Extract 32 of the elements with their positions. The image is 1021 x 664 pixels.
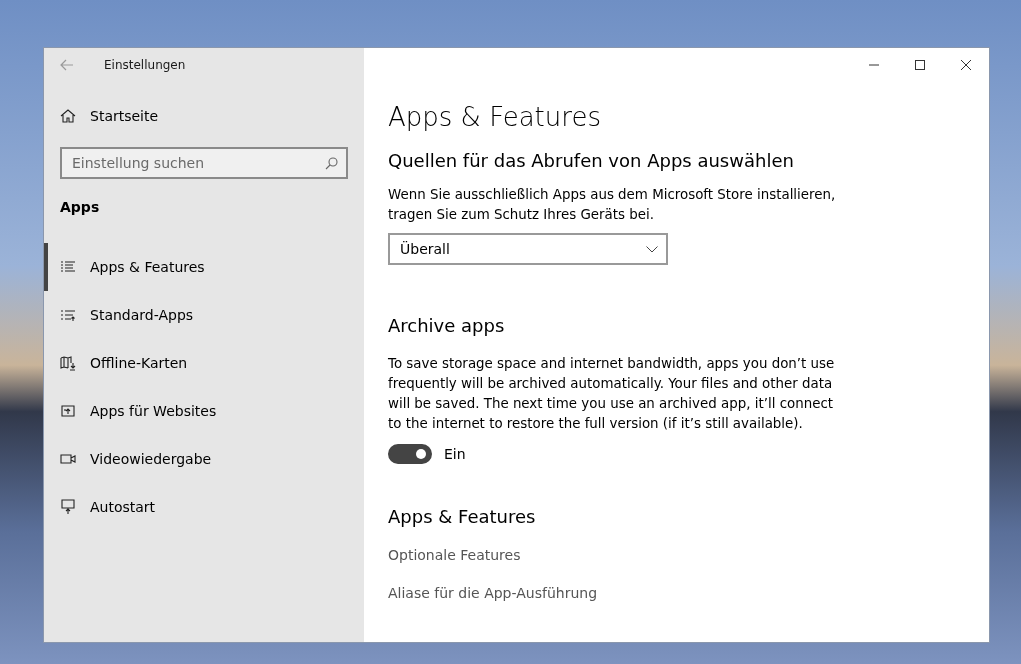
close-icon bbox=[961, 60, 971, 70]
home-link[interactable]: Startseite bbox=[60, 104, 364, 128]
map-download-icon bbox=[60, 355, 76, 371]
search-field[interactable]: Einstellung suchen bbox=[60, 147, 348, 179]
link[interactable]: Optionale Features bbox=[388, 547, 521, 563]
section-heading: Quellen für das Abrufen von Apps auswählen bbox=[388, 150, 795, 171]
search-icon bbox=[325, 157, 338, 170]
sidebar-item[interactable]: Autostart bbox=[44, 483, 364, 531]
section-heading: Archive apps bbox=[388, 315, 506, 336]
section-heading: Apps & Features bbox=[388, 506, 537, 527]
window-title: Einstellungen bbox=[104, 58, 186, 72]
list-arrow-icon bbox=[60, 307, 76, 323]
page-title: Apps & Features bbox=[388, 102, 602, 132]
sidebar-item[interactable]: Offline-Karten bbox=[44, 339, 364, 387]
section-heading: Apps bbox=[60, 199, 101, 215]
sidebar-item[interactable]: Apps für Websites bbox=[44, 387, 364, 435]
monitor-arrow-icon bbox=[60, 499, 76, 515]
window-arrow-icon bbox=[60, 403, 76, 419]
description-text: Wenn Sie ausschließlich Apps aus dem Microsoft Store installieren, tragen Sie zum Schutz Ihres Geräts bei. bbox=[388, 186, 837, 224]
chevron-down-icon bbox=[646, 245, 658, 253]
dropdown[interactable]: Überall bbox=[388, 233, 668, 265]
home-icon bbox=[60, 108, 76, 124]
video-camera-icon bbox=[60, 451, 76, 467]
maximize-icon bbox=[915, 60, 925, 70]
toggle-switch[interactable] bbox=[388, 444, 432, 464]
toggle-label: Ein bbox=[444, 446, 466, 462]
description-text: To save storage space and internet bandwidth, apps you don’t use frequently will be archived automatically. Your files and other data will be saved. The next time you use an archived app, it’ll connect to the internet to restore the full version (if it’s still available). bbox=[388, 355, 836, 433]
link[interactable]: Aliase für die App-Ausführung bbox=[388, 585, 598, 601]
back-arrow-icon[interactable] bbox=[60, 59, 74, 71]
list-icon bbox=[60, 259, 76, 275]
sidebar-item[interactable]: Videowiedergabe bbox=[44, 435, 364, 483]
sidebar-item[interactable]: Standard-Apps bbox=[44, 291, 364, 339]
